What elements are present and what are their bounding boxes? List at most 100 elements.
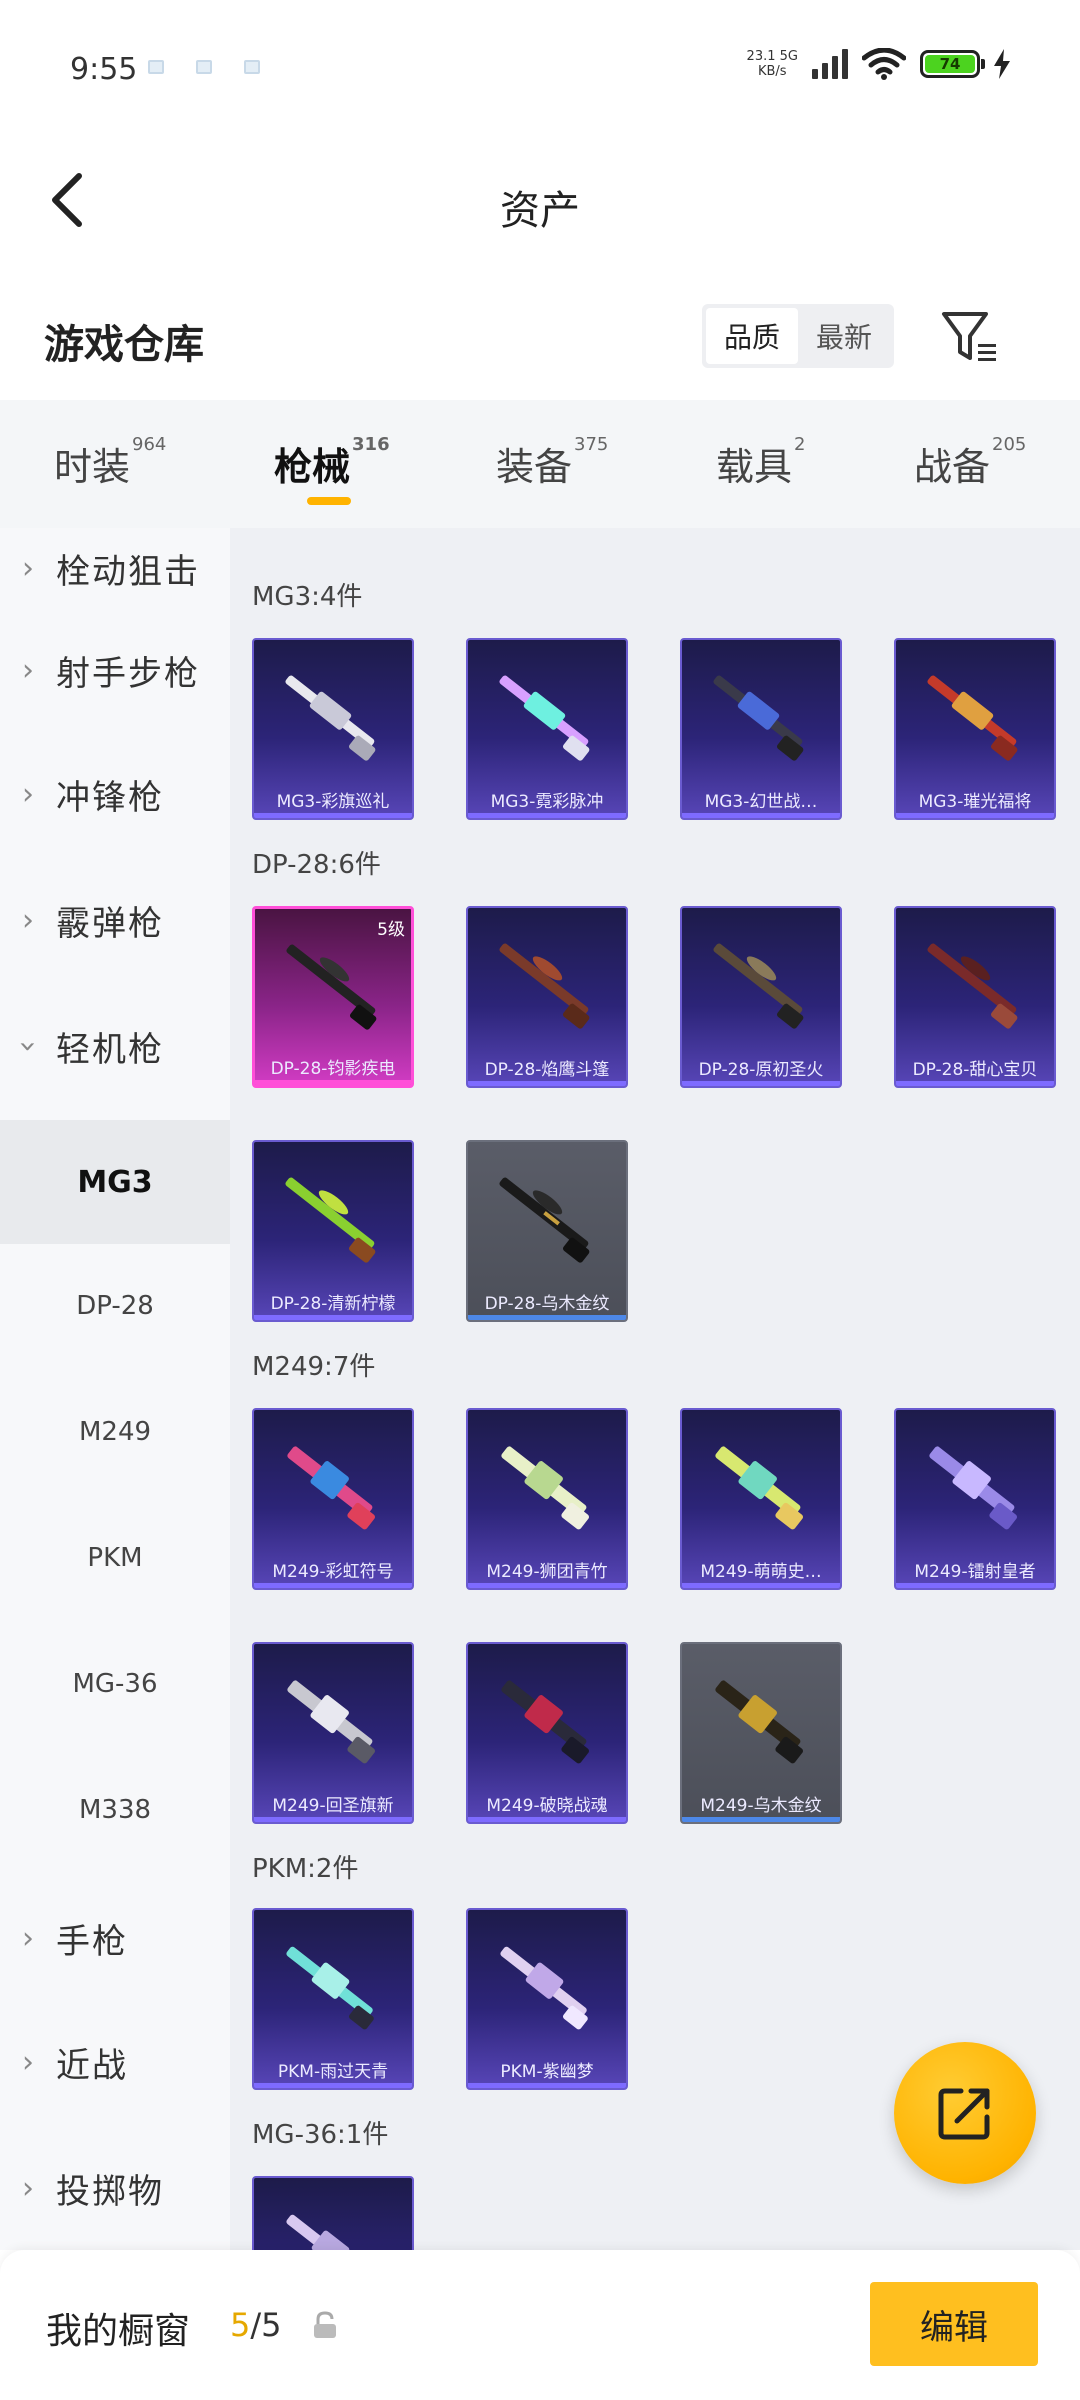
- filter-button[interactable]: [940, 308, 1000, 368]
- gun-icon: [715, 1446, 803, 1530]
- wifi-icon: [862, 48, 906, 80]
- chevron-right-icon: ›: [22, 1920, 34, 1956]
- gun-icon: [501, 1446, 589, 1530]
- sidebar-item-bolt-sniper[interactable]: › 栓动狙击: [0, 528, 230, 608]
- sort-toggle: 品质 最新: [702, 304, 894, 368]
- battery-icon: 74: [920, 50, 985, 78]
- notification-icon: [244, 60, 260, 74]
- weapon-card[interactable]: 5级 DP-28-钧影疾电: [252, 906, 414, 1088]
- gun-icon: [927, 675, 1018, 761]
- weapon-card[interactable]: PKM-雨过天青: [252, 1908, 414, 2090]
- chevron-right-icon: ›: [22, 652, 34, 688]
- tab-firearms[interactable]: 枪械316: [274, 434, 390, 491]
- sidebar-item-lmg[interactable]: › 轻机枪: [0, 1006, 230, 1086]
- weapon-card[interactable]: M249-彩虹符号: [252, 1408, 414, 1590]
- sidebar-item-melee[interactable]: › 近战: [0, 2022, 230, 2102]
- tab-fashion[interactable]: 时装964: [54, 434, 166, 491]
- lock-icon: [314, 2311, 336, 2338]
- share-button[interactable]: [894, 2042, 1036, 2184]
- gun-icon: [285, 1177, 376, 1263]
- gun-icon: [286, 2214, 373, 2250]
- weapon-card[interactable]: MG3-霓彩脉冲: [466, 638, 628, 820]
- gun-icon: [929, 1446, 1017, 1530]
- gun-icon: [499, 675, 590, 761]
- app-header: 资产: [0, 120, 1080, 280]
- status-indicators: 23.1 5G KB/s 74: [747, 44, 1010, 84]
- tab-vehicles[interactable]: 载具2: [716, 434, 805, 491]
- warehouse-title: 游戏仓库: [44, 322, 204, 368]
- weapon-card[interactable]: DP-28-乌木金纹: [466, 1140, 628, 1322]
- weapon-card[interactable]: M249-破晓战魂: [466, 1642, 628, 1824]
- status-time: 9:55: [70, 52, 138, 87]
- chevron-right-icon: ›: [22, 2170, 34, 2206]
- gun-icon: [927, 943, 1018, 1029]
- showcase-label: 我的橱窗: [46, 2311, 191, 2352]
- gun-icon: [501, 1680, 589, 1764]
- category-tabs: 时装964 枪械316 装备375 载具2 战备205: [0, 400, 1080, 528]
- gun-icon: [713, 675, 804, 761]
- weapon-card[interactable]: MG3-璀光福将: [894, 638, 1056, 820]
- share-icon: [938, 2088, 990, 2140]
- chevron-right-icon: ›: [22, 776, 34, 812]
- sidebar-item-marksman-rifle[interactable]: › 射手步枪: [0, 630, 230, 710]
- notification-icon: [196, 60, 212, 74]
- gun-icon: [287, 1680, 375, 1764]
- sidebar-sub-m249[interactable]: M249: [0, 1370, 230, 1494]
- weapon-card[interactable]: DP-28-清新柠檬: [252, 1140, 414, 1322]
- net-speed: 23.1 5G KB/s: [746, 49, 798, 79]
- edit-button[interactable]: 编辑: [870, 2282, 1038, 2366]
- status-bar: 9:55 23.1 5G KB/s 74: [0, 0, 1080, 120]
- weapon-card[interactable]: DP-28-焰鹰斗篷: [466, 906, 628, 1088]
- sidebar-item-shotgun[interactable]: › 霰弹枪: [0, 880, 230, 960]
- weapon-card[interactable]: [252, 2176, 414, 2250]
- signal-icon: [812, 49, 848, 79]
- weapon-card[interactable]: M249-镭射皇者: [894, 1408, 1056, 1590]
- weapon-card[interactable]: MG3-幻世战…: [680, 638, 842, 820]
- sidebar-sub-mg36[interactable]: MG-36: [0, 1622, 230, 1746]
- weapon-card[interactable]: M249-萌萌史…: [680, 1408, 842, 1590]
- sidebar-sub-pkm[interactable]: PKM: [0, 1496, 230, 1620]
- active-tab-indicator: [307, 497, 351, 505]
- weapon-category-sidebar: › 栓动狙击 › 射手步枪 › 冲锋枪 › 霰弹枪 › 轻机枪 MG3 DP-28 M24…: [0, 528, 230, 2250]
- weapon-card[interactable]: M249-回圣旗新: [252, 1642, 414, 1824]
- gun-icon: [285, 675, 376, 761]
- gun-icon: [499, 1177, 590, 1263]
- gun-icon: [286, 944, 377, 1030]
- weapon-card[interactable]: M249-狮团青竹: [466, 1408, 628, 1590]
- charging-icon: [994, 49, 1010, 79]
- showcase-count: 5/5: [230, 2306, 282, 2344]
- page-title: 资产: [500, 188, 580, 234]
- gun-icon: [499, 943, 590, 1029]
- weapon-card[interactable]: PKM-紫幽梦: [466, 1908, 628, 2090]
- tab-equipment[interactable]: 装备375: [496, 434, 608, 491]
- chevron-right-icon: ›: [22, 2044, 34, 2080]
- weapon-card[interactable]: DP-28-甜心宝贝: [894, 906, 1056, 1088]
- chevron-right-icon: ›: [22, 902, 34, 938]
- weapon-card[interactable]: MG3-彩旗巡礼: [252, 638, 414, 820]
- weapon-card[interactable]: DP-28-原初圣火: [680, 906, 842, 1088]
- sidebar-sub-dp28[interactable]: DP-28: [0, 1244, 230, 1368]
- gun-icon: [715, 1680, 803, 1764]
- sidebar-sub-m338[interactable]: M338: [0, 1748, 230, 1872]
- chevron-right-icon: ›: [22, 550, 34, 586]
- bottom-bar: 我的橱窗 5/5 编辑: [0, 2250, 1080, 2400]
- sidebar-item-throwable[interactable]: › 投掷物: [0, 2148, 230, 2228]
- group-title-dp28: DP-28:6件: [252, 850, 381, 880]
- weapon-card[interactable]: M249-乌木金纹: [680, 1642, 842, 1824]
- gun-icon: [500, 1946, 588, 2030]
- sidebar-item-pistol[interactable]: › 手枪: [0, 1898, 230, 1978]
- sort-quality-option[interactable]: 品质: [706, 308, 798, 364]
- sidebar-item-smg[interactable]: › 冲锋枪: [0, 754, 230, 834]
- chevron-down-icon: ›: [10, 1040, 46, 1052]
- sort-newest-option[interactable]: 最新: [798, 308, 890, 364]
- group-title-pkm: PKM:2件: [252, 1854, 359, 1884]
- tab-supplies[interactable]: 战备205: [914, 434, 1026, 491]
- filter-icon: [942, 312, 996, 361]
- weapon-skin-list: MG3:4件 MG3-彩旗巡礼 MG3-霓彩脉冲 MG3-幻世战… MG3-璀光…: [230, 528, 1080, 2250]
- sidebar-sub-mg3[interactable]: MG3: [0, 1120, 230, 1244]
- group-title-m249: M249:7件: [252, 1352, 376, 1382]
- group-title-mg3: MG3:4件: [252, 582, 363, 612]
- gun-icon: [287, 1446, 375, 1530]
- gun-icon: [286, 1946, 374, 2030]
- group-title-mg36: MG-36:1件: [252, 2120, 389, 2150]
